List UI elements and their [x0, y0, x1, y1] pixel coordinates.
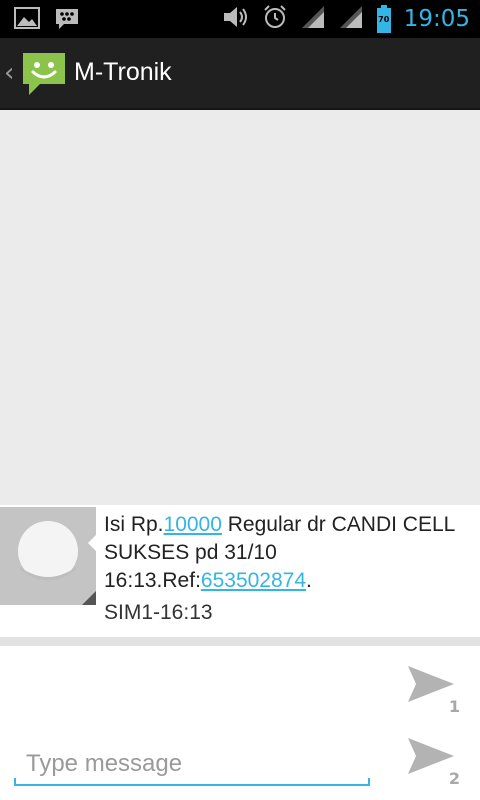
alarm-icon — [262, 4, 288, 34]
action-bar: ‹ M-Tronik — [0, 38, 480, 110]
bubble-notch — [88, 533, 98, 553]
send-sim1-label: 1 — [448, 697, 460, 716]
underline-tick-right — [368, 778, 370, 786]
message-text-prefix: Isi Rp. — [104, 513, 164, 536]
signal-sim2-icon — [338, 4, 364, 34]
underline-tick-left — [14, 778, 16, 786]
signal-sim1-icon — [300, 4, 326, 34]
reference-link[interactable]: 653502874 — [201, 569, 306, 592]
message-text-suffix: . — [306, 569, 312, 592]
compose-area: 1 2 — [0, 646, 480, 800]
back-chevron-icon[interactable]: ‹ — [4, 58, 14, 88]
gallery-icon — [14, 7, 40, 35]
send-sim1-button[interactable]: 1 — [402, 658, 462, 718]
send-sim2-button[interactable]: 2 — [402, 730, 462, 790]
conversation-area — [0, 110, 480, 505]
status-bar: 70 19:05 — [0, 0, 480, 38]
contact-avatar[interactable] — [0, 507, 96, 605]
send-sim2-label: 2 — [448, 769, 460, 788]
conversation-title: M-Tronik — [74, 58, 172, 86]
battery-icon: 70 — [376, 5, 392, 33]
message-timestamp: SIM1-16:13 — [104, 601, 213, 624]
bbm-icon — [54, 7, 80, 35]
message-text: Isi Rp.10000 Regular dr CANDI CELL SUKSE… — [104, 511, 470, 595]
message-input[interactable] — [14, 742, 370, 786]
volume-icon — [222, 4, 250, 34]
compose-divider — [0, 637, 480, 646]
message-input-underline — [14, 784, 370, 786]
message-item[interactable]: Isi Rp.10000 Regular dr CANDI CELL SUKSE… — [0, 505, 480, 637]
messaging-app-icon[interactable] — [20, 50, 68, 102]
status-clock: 19:05 — [403, 6, 470, 32]
amount-link[interactable]: 10000 — [164, 513, 222, 536]
battery-level-text: 70 — [378, 15, 390, 24]
